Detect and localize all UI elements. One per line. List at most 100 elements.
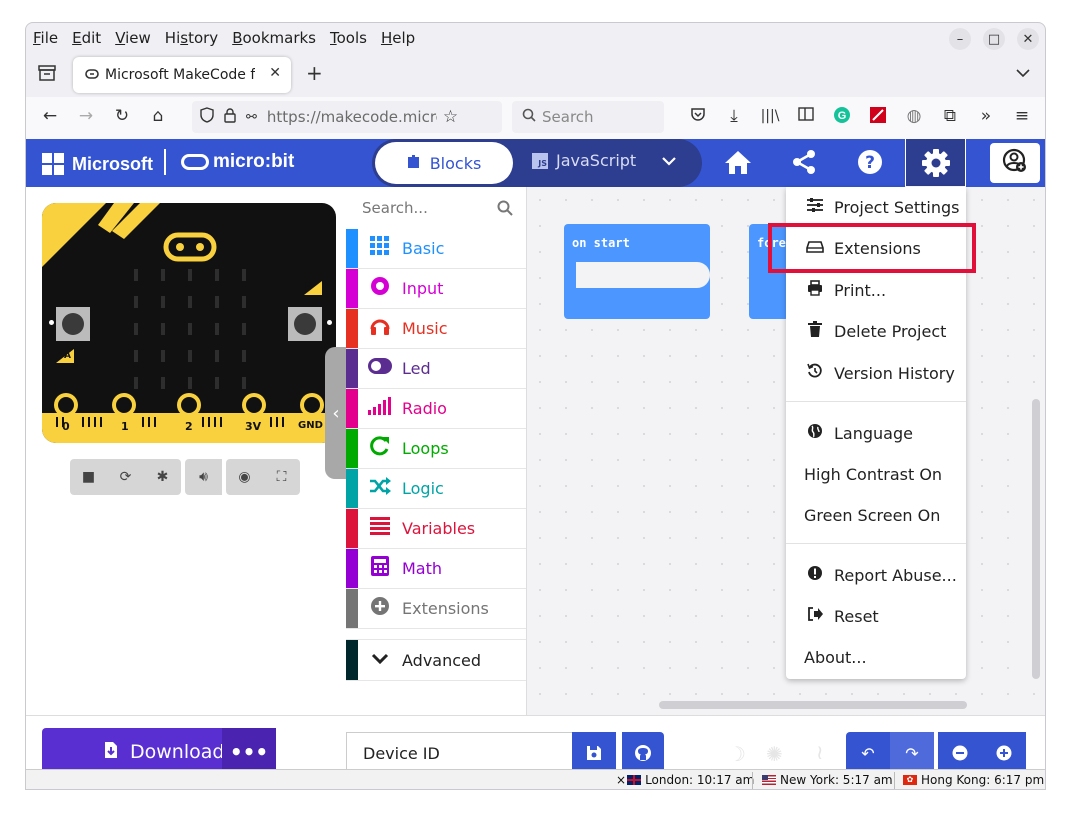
home-icon[interactable]: ⌂ xyxy=(146,106,170,126)
link-icon xyxy=(85,67,99,83)
zoom-in-icon[interactable] xyxy=(982,732,1026,774)
downloads-icon[interactable]: ⤓ xyxy=(722,106,746,126)
undo-icon[interactable]: ↶ xyxy=(846,732,890,774)
gear-icon xyxy=(921,148,951,182)
javascript-button[interactable]: JS JavaScript xyxy=(532,151,636,170)
menu-item-language[interactable]: Language xyxy=(786,413,966,453)
lock-icon[interactable] xyxy=(224,107,236,127)
toolbox-category-extensions[interactable]: Extensions xyxy=(346,589,526,629)
debug-bug-icon[interactable]: ✱ xyxy=(144,459,181,495)
category-color-bar xyxy=(346,469,358,508)
toolbox-category-input[interactable]: Input xyxy=(346,269,526,309)
toolbox-category-loops[interactable]: Loops xyxy=(346,429,526,469)
shield-icon[interactable] xyxy=(200,107,214,127)
on-start-block[interactable]: on start xyxy=(564,224,710,319)
newyork-time: New York: 5:17 am xyxy=(780,773,893,787)
reload-icon[interactable]: ↻ xyxy=(110,106,134,126)
redo-icon[interactable]: ↷ xyxy=(890,732,934,774)
menu-item-reset[interactable]: Reset xyxy=(786,596,966,636)
url-bar[interactable]: ⚯ https://makecode.micro ☆ xyxy=(192,101,502,133)
fullscreen-icon[interactable]: ⛶ xyxy=(263,459,300,495)
menu-item-print[interactable]: Print... xyxy=(786,270,966,310)
workspace-vertical-scrollbar[interactable] xyxy=(1032,399,1040,679)
makecode-header: Microsoft micro:bit Blocks JS JavaScript xyxy=(26,139,1045,187)
menu-file[interactable]: File xyxy=(33,29,58,47)
bookmark-star-icon[interactable]: ☆ xyxy=(443,107,458,127)
globe-extension-icon[interactable]: ◍ xyxy=(902,106,926,126)
tab-row: Microsoft MakeCode for ✕ + xyxy=(26,53,1045,97)
tab-makecode[interactable]: Microsoft MakeCode for ✕ xyxy=(73,57,291,93)
microbit-logo[interactable]: micro:bit xyxy=(181,151,294,173)
settings-button[interactable] xyxy=(905,139,966,187)
globe-icon xyxy=(804,423,826,443)
library-icon[interactable]: |||\ xyxy=(758,108,782,124)
toolbox-search-placeholder: Search... xyxy=(362,199,428,217)
minimize-button[interactable]: – xyxy=(949,28,971,50)
github-icon[interactable] xyxy=(622,732,664,774)
share-icon[interactable] xyxy=(791,149,817,179)
device-id-input[interactable]: Device ID xyxy=(346,732,572,774)
microbit-board[interactable]: 0 1 2 3V GND A B xyxy=(42,203,336,443)
menu-item-about[interactable]: About... xyxy=(786,637,966,677)
permissions-icon[interactable]: ⚯ xyxy=(246,110,257,125)
menu-bookmarks[interactable]: Bookmarks xyxy=(232,29,316,47)
toolbox-category-advanced[interactable]: Advanced xyxy=(346,639,526,681)
volume-icon[interactable]: 🔊︎ xyxy=(185,459,222,495)
menu-item-report-abuse[interactable]: Report Abuse... xyxy=(786,555,966,595)
toolbox-category-radio[interactable]: Radio xyxy=(346,389,526,429)
toolbox-category-math[interactable]: Math xyxy=(346,549,526,589)
overflow-chevron-icon[interactable]: » xyxy=(974,106,998,126)
menu-item-green-screen[interactable]: Green Screen On xyxy=(786,495,966,535)
printer-icon xyxy=(804,280,826,300)
stop-icon[interactable]: ■ xyxy=(70,459,107,495)
menu-view[interactable]: View xyxy=(115,29,151,47)
save-floppy-icon[interactable] xyxy=(572,732,616,774)
blocks-button[interactable]: Blocks xyxy=(375,142,513,184)
restart-icon[interactable]: ⟳ xyxy=(107,459,144,495)
menu-tools[interactable]: Tools xyxy=(330,29,367,47)
back-icon[interactable]: ← xyxy=(38,106,62,126)
menu-item-high-contrast[interactable]: High Contrast On xyxy=(786,454,966,494)
menu-history[interactable]: History xyxy=(165,29,218,47)
menu-edit[interactable]: Edit xyxy=(72,29,101,47)
screenshot-camera-icon[interactable]: ◉ xyxy=(226,459,263,495)
list-tabs-icon[interactable] xyxy=(1016,63,1030,82)
new-tab-button[interactable]: + xyxy=(306,61,323,85)
tab-close-icon[interactable]: ✕ xyxy=(269,65,281,81)
user-add-icon xyxy=(1002,148,1028,178)
pdf-extension-icon[interactable] xyxy=(866,106,890,129)
extensions-puzzle-icon[interactable]: ⧉ xyxy=(938,106,962,126)
forward-icon[interactable]: → xyxy=(74,106,98,126)
zoom-out-icon[interactable] xyxy=(938,732,982,774)
maximize-button[interactable]: □ xyxy=(983,28,1005,50)
search-icon xyxy=(522,108,536,126)
category-color-bar xyxy=(346,549,358,588)
toolbox-category-logic[interactable]: Logic xyxy=(346,469,526,509)
toolbox-category-led[interactable]: Led xyxy=(346,349,526,389)
statusbar-close-icon[interactable]: × xyxy=(616,773,626,787)
home-button-icon[interactable] xyxy=(723,149,753,179)
sidebar-icon[interactable] xyxy=(794,106,818,126)
help-icon[interactable]: ? xyxy=(857,149,883,179)
sign-in-button[interactable] xyxy=(990,143,1040,183)
menu-item-delete-project[interactable]: Delete Project xyxy=(786,311,966,351)
menu-help[interactable]: Help xyxy=(381,29,415,47)
grammarly-icon[interactable]: G xyxy=(830,106,854,129)
toolbox-category-basic[interactable]: Basic xyxy=(346,229,526,269)
pocket-icon[interactable] xyxy=(686,106,710,127)
menu-item-version-history[interactable]: Version History xyxy=(786,353,966,393)
toolbox-category-variables[interactable]: Variables xyxy=(346,509,526,549)
menu-item-project-settings[interactable]: Project Settings xyxy=(786,187,966,227)
us-flag-icon xyxy=(762,775,776,785)
svg-text:G: G xyxy=(838,110,847,122)
toolbox-search-input[interactable]: Search... xyxy=(346,187,527,229)
tab-overview-icon[interactable] xyxy=(38,65,56,85)
close-button[interactable]: ✕ xyxy=(1017,28,1039,50)
workspace-horizontal-scrollbar[interactable] xyxy=(659,701,967,709)
microsoft-logo[interactable]: Microsoft xyxy=(42,153,153,175)
toolbox-category-music[interactable]: Music xyxy=(346,309,526,349)
hamburger-menu-icon[interactable]: ≡ xyxy=(1010,106,1034,126)
collapse-simulator-chevron-left-icon[interactable]: ‹ xyxy=(325,347,347,479)
language-chevron-down-icon[interactable] xyxy=(662,151,676,170)
search-input[interactable]: Search xyxy=(512,101,664,133)
